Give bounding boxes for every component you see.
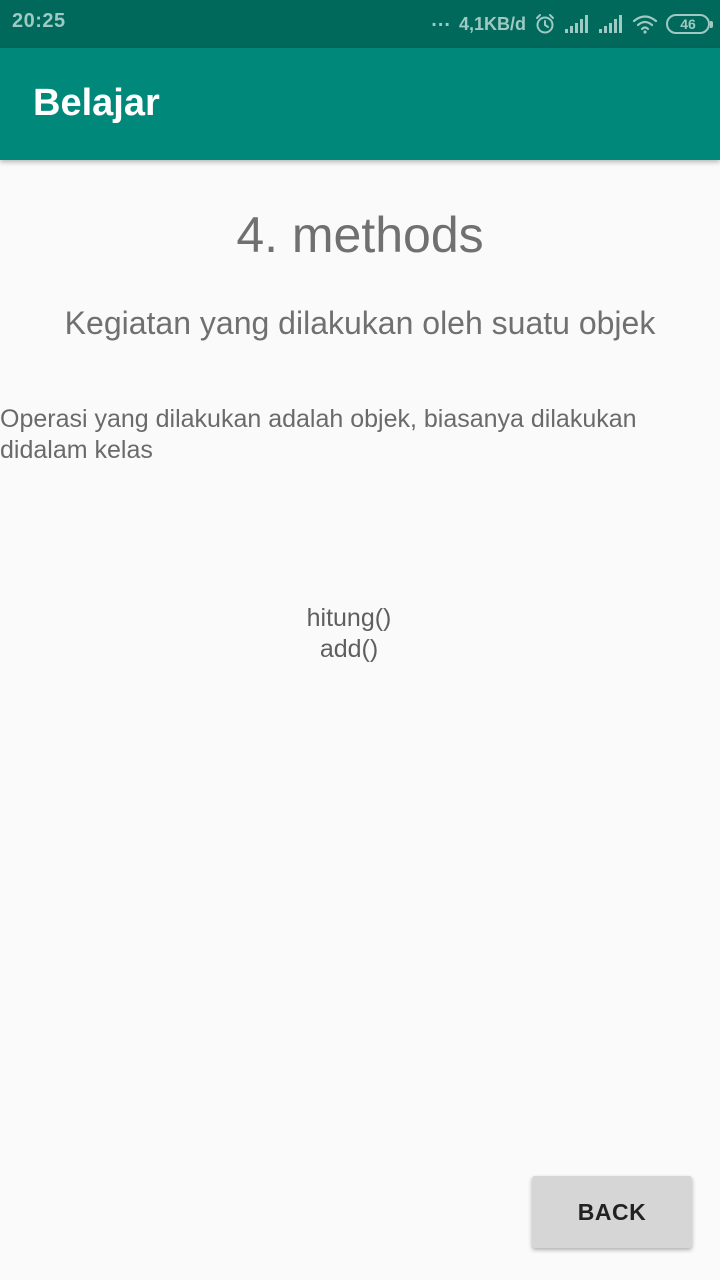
- network-speed: 4,1KB/d: [458, 13, 526, 34]
- example-hitung: hitung(): [306, 604, 392, 632]
- app-title: Belajar: [33, 82, 160, 124]
- app-bar: Belajar: [0, 48, 720, 160]
- status-bar: 20:25 ... 4,1KB/d 46: [0, 0, 720, 48]
- back-button[interactable]: BACK: [532, 1176, 692, 1248]
- method-examples: hitung() add(): [0, 603, 698, 665]
- status-icons: ... 4,1KB/d 46: [431, 8, 713, 40]
- signal-icon: [564, 14, 590, 34]
- description-text: Operasi yang dilakukan adalah objek, bia…: [0, 405, 637, 464]
- alarm-icon: [534, 13, 556, 35]
- wifi-icon: [632, 14, 658, 34]
- page-subtitle: Kegiatan yang dilakukan oleh suatu objek: [64, 305, 656, 341]
- status-time: 20:25: [12, 10, 66, 32]
- example-add: add(): [319, 635, 379, 663]
- signal-icon: [598, 14, 624, 34]
- status-dots: ...: [431, 8, 451, 31]
- page-title: 4. methods: [236, 207, 484, 263]
- battery-icon: 46: [666, 14, 713, 34]
